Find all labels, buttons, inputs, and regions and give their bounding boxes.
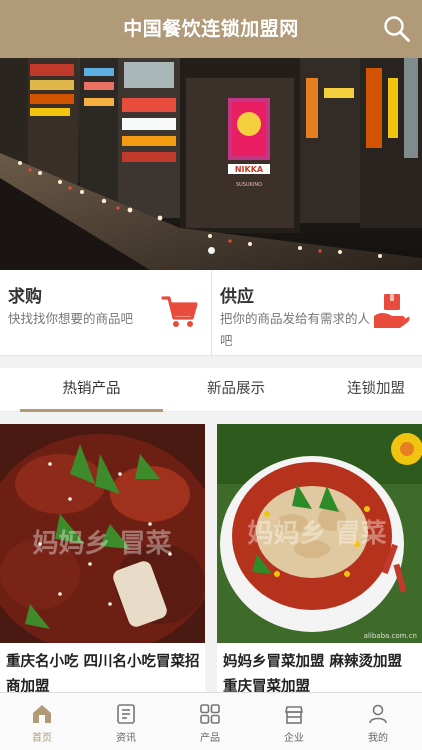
product-grid: 妈妈乡 冒菜 重庆名小吃 四川名小吃冒菜招商加盟 妈妈乡 冒菜 alibaba.… [0,412,422,692]
product-name: 重庆名小吃 四川名小吃冒菜招商加盟 [6,654,200,692]
buy-title: 求购 [8,287,42,307]
tab-hot-products[interactable]: 热销产品 [20,368,163,412]
tabbar-item-profile[interactable]: 我的 [336,693,420,750]
tabbar-label: 首页 [32,733,52,744]
top-header: 中国餐饮连锁加盟网 [0,0,422,58]
buy-request-entry[interactable]: 求购 快找找你想要的商品吧 [0,270,211,356]
tabbar-label: 资讯 [116,733,136,744]
bottom-tab-bar: 首页 资讯 产品 企业 我的 [0,692,422,750]
supply-demand-panel: 求购 快找找你想要的商品吧 供应 把你的商品发给有需求的人吧 [0,270,422,356]
product-watermark: 妈妈乡 冒菜 [247,519,386,549]
site-title: 中国餐饮连锁加盟网 [123,18,299,40]
sell-description: 把你的商品发给有需求的人吧 [220,311,371,348]
sell-title: 供应 [220,287,254,307]
product-watermark: 妈妈乡 冒菜 [32,529,171,559]
home-icon [33,705,51,723]
carousel-indicator[interactable] [0,239,422,258]
product-image: 妈妈乡 冒菜 [0,424,205,654]
tabbar-item-products[interactable]: 产品 [168,693,252,750]
app-page: 中国餐饮连锁加盟网 NIKKA SUSUKINO 求购 快找找你想要的商品吧 供… [0,0,422,750]
product-card[interactable]: 妈妈乡 冒菜 重庆名小吃 四川名小吃冒菜招商加盟 [0,424,205,692]
tab-new-products[interactable]: 新品展示 [186,368,286,412]
building-icon [285,706,303,724]
product-image: 妈妈乡 冒菜 alibaba.com.cn [217,424,422,643]
news-icon [117,704,135,724]
tab-franchise[interactable]: 连锁加盟 [330,368,422,412]
banner-sign-text: NIKKA [235,165,264,174]
tabbar-label: 企业 [284,733,304,744]
tabbar-label: 我的 [368,733,388,744]
user-icon [369,704,387,724]
cart-icon [161,296,198,327]
tabbar-item-news[interactable]: 资讯 [84,693,168,750]
banner-sign-subtext: SUSUKINO [236,182,262,188]
product-card[interactable]: 妈妈乡 冒菜 alibaba.com.cn 妈妈乡冒菜加盟 麻辣烫加盟 重庆冒菜… [217,424,422,692]
hand-box-icon [374,294,410,328]
grid-icon [200,704,220,724]
buy-description: 快找找你想要的商品吧 [8,311,134,326]
banner-carousel[interactable]: NIKKA SUSUKINO [0,58,422,270]
supply-offer-entry[interactable]: 供应 把你的商品发给有需求的人吧 [211,270,422,356]
search-icon[interactable] [382,14,412,44]
product-name: 妈妈乡冒菜加盟 麻辣烫加盟 重庆冒菜加盟 [223,654,403,692]
tabbar-item-home[interactable]: 首页 [0,693,84,750]
tabbar-label: 产品 [200,733,220,744]
image-credit: alibaba.com.cn [364,632,417,640]
carousel-dot[interactable] [207,247,215,254]
tabbar-item-companies[interactable]: 企业 [252,693,336,750]
product-tabs: 热销产品 新品展示 连锁加盟 [0,368,422,412]
